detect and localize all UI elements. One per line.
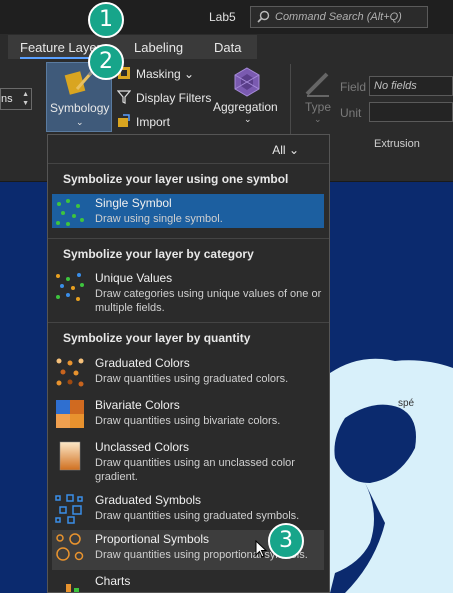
aggregation-icon xyxy=(234,67,260,97)
type-label: Type xyxy=(305,100,332,114)
ribbon-tabs: Feature Layer Labeling Data xyxy=(0,34,453,60)
masking-button[interactable]: Masking ⌄ xyxy=(136,67,194,81)
window-title: Lab5 xyxy=(209,10,236,24)
display-filters-button[interactable]: Display Filters xyxy=(136,91,211,105)
section-heading-quantity: Symbolize your layer by quantity xyxy=(63,331,251,345)
extrusion-type-icon xyxy=(305,72,329,97)
proportional-symbols-icon xyxy=(56,533,84,561)
field-dropdown[interactable]: No fields xyxy=(369,76,453,96)
menu-item-description: Draw quantities using an unclassed color… xyxy=(95,457,295,483)
menu-item-graduated-colors[interactable]: Graduated Colors Draw quantities using g… xyxy=(52,354,324,390)
step-badge-3: 3 xyxy=(268,523,304,559)
field-label: Field xyxy=(340,80,367,94)
chevron-down-icon: ⌄ xyxy=(314,114,322,124)
map-place-label: spé xyxy=(398,398,415,409)
tab-labeling[interactable]: Labeling xyxy=(134,40,183,55)
menu-item-charts[interactable]: Charts xyxy=(52,572,324,592)
menu-item-graduated-symbols[interactable]: Graduated Symbols Draw quantities using … xyxy=(52,491,324,527)
command-search-box[interactable]: Command Search (Alt+Q) xyxy=(250,6,428,28)
step-badge-1: 1 xyxy=(88,2,124,38)
menu-item-title: Graduated Colors xyxy=(95,356,190,370)
single-symbol-icon xyxy=(56,199,84,226)
menu-divider xyxy=(48,163,329,164)
contextual-tab-group: Feature Layer Labeling Data xyxy=(8,35,257,59)
menu-item-description: Draw using single symbol. xyxy=(95,213,223,225)
chevron-down-icon: ⌄ xyxy=(184,67,195,81)
graduated-symbols-icon xyxy=(55,494,83,524)
unit-label: Unit xyxy=(340,106,362,120)
unit-dropdown[interactable] xyxy=(369,102,453,122)
menu-divider xyxy=(48,238,329,239)
menu-item-description: Draw quantities using bivariate colors. xyxy=(95,415,281,427)
menu-item-title: Unique Values xyxy=(95,271,173,285)
step-badge-2: 2 xyxy=(88,44,124,80)
extrusion-group-label: Extrusion xyxy=(374,138,420,150)
tab-data[interactable]: Data xyxy=(214,40,241,55)
menu-item-title: Graduated Symbols xyxy=(95,493,202,507)
symbology-label: Symbology xyxy=(50,101,110,115)
charts-icon xyxy=(66,584,79,592)
menu-item-unique-values[interactable]: Unique Values Draw categories using uniq… xyxy=(52,269,324,317)
menu-item-title: Charts xyxy=(95,574,131,588)
menu-item-unclassed-colors[interactable]: Unclassed Colors Draw quantities using a… xyxy=(52,438,324,486)
menu-item-description: Draw quantities using graduated colors. xyxy=(95,373,289,385)
menu-item-title: Unclassed Colors xyxy=(95,440,190,454)
spinner-value: ns xyxy=(1,93,13,105)
search-icon xyxy=(257,10,270,23)
section-heading-one-symbol: Symbolize your layer using one symbol xyxy=(63,172,289,186)
chevron-down-icon: ⌄ xyxy=(244,114,252,124)
search-placeholder: Command Search (Alt+Q) xyxy=(275,11,402,23)
mouse-cursor-icon xyxy=(255,540,267,558)
menu-divider xyxy=(48,322,329,323)
spinner-arrows-icon[interactable]: ▲ ▼ xyxy=(22,90,29,108)
import-icon xyxy=(118,114,130,127)
aggregation-label: Aggregation xyxy=(213,100,278,114)
import-button[interactable]: Import xyxy=(136,115,170,129)
section-heading-category: Symbolize your layer by category xyxy=(63,247,254,261)
chevron-down-icon: ⌄ xyxy=(288,143,299,157)
aggregation-button[interactable]: Aggregation ⌄ xyxy=(213,62,283,128)
menu-item-description: Draw categories using unique values of o… xyxy=(95,288,322,314)
menu-item-title: Single Symbol xyxy=(95,196,172,210)
menu-item-single-symbol[interactable]: Single Symbol Draw using single symbol. xyxy=(52,194,324,228)
title-bar: Lab5 Command Search (Alt+Q) xyxy=(0,0,453,34)
bivariate-colors-icon xyxy=(56,400,84,428)
filter-icon xyxy=(117,90,131,104)
chevron-down-icon: ⌄ xyxy=(76,117,84,127)
menu-item-title: Bivariate Colors xyxy=(95,398,180,412)
unique-values-icon xyxy=(56,273,84,301)
field-value: No fields xyxy=(374,80,417,92)
unclassed-colors-icon xyxy=(59,441,81,471)
menu-item-bivariate-colors[interactable]: Bivariate Colors Draw quantities using b… xyxy=(52,396,324,432)
menu-item-title: Proportional Symbols xyxy=(95,532,210,546)
filter-all-dropdown[interactable]: All ⌄ xyxy=(272,143,299,157)
transparency-spinner[interactable]: ns ▲ ▼ xyxy=(0,88,32,110)
masking-label: Masking xyxy=(136,67,181,81)
graduated-colors-icon xyxy=(56,358,84,387)
menu-item-description: Draw quantities using graduated symbols. xyxy=(95,510,300,522)
filter-all-label: All xyxy=(272,143,286,157)
